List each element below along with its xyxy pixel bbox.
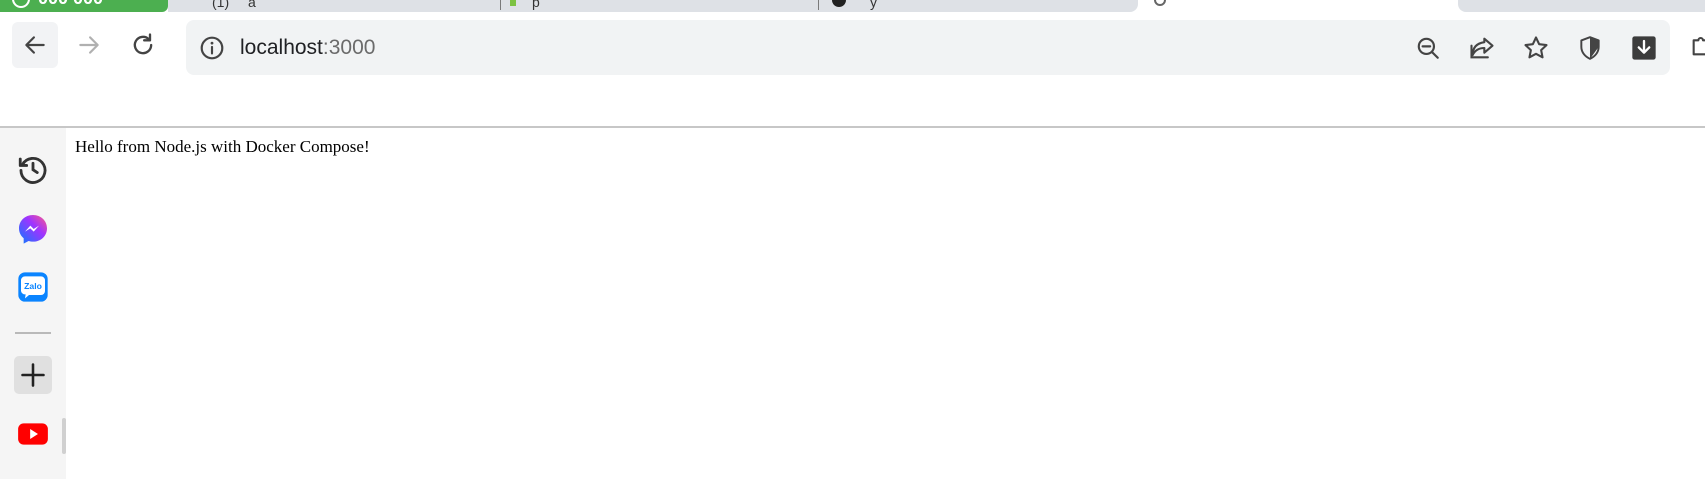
forward-button[interactable]: [66, 22, 112, 68]
sidebar: Zalo: [0, 128, 66, 479]
reload-button[interactable]: [120, 22, 166, 68]
url-text[interactable]: localhost:3000: [240, 34, 375, 61]
tab-favicon-icon: [510, 0, 516, 6]
page-content: Hello from Node.js with Docker Compose!: [66, 128, 1705, 479]
zalo-icon-label: Zalo: [24, 281, 42, 291]
shield-icon[interactable]: [1572, 30, 1608, 66]
zalo-icon[interactable]: Zalo: [14, 268, 52, 306]
inactive-tab[interactable]: [1458, 0, 1705, 12]
star-icon[interactable]: [1518, 30, 1554, 66]
bookmark-bar: [0, 80, 1705, 126]
site-info-icon[interactable]: [198, 34, 226, 62]
youtube-icon[interactable]: [14, 415, 52, 453]
inactive-tabs[interactable]: [168, 0, 1138, 12]
download-icon[interactable]: [1626, 30, 1662, 66]
sidebar-divider: [15, 332, 51, 334]
zoom-out-icon[interactable]: [1410, 30, 1446, 66]
active-tab-title: 000 000: [38, 0, 103, 8]
share-icon[interactable]: [1464, 30, 1500, 66]
tab-title-fragment: (1): [212, 0, 230, 10]
extensions-icon[interactable]: [1688, 30, 1705, 60]
history-icon[interactable]: [14, 150, 52, 188]
arrow-left-icon: [25, 36, 45, 54]
tab-separator: [818, 0, 819, 10]
tab-title-fragment: y: [870, 0, 877, 10]
arrow-right-icon: [79, 36, 99, 54]
tab-favicon-icon: [12, 0, 30, 8]
browser-toolbar: localhost:3000: [0, 12, 1705, 80]
page-body-text: Hello from Node.js with Docker Compose!: [75, 137, 370, 156]
tab-loading-icon: [1154, 0, 1166, 6]
back-button[interactable]: [12, 22, 58, 68]
messenger-icon[interactable]: [14, 210, 52, 248]
plus-icon: [21, 363, 45, 387]
reload-icon: [133, 33, 153, 55]
tab-separator: [500, 0, 501, 10]
active-tab[interactable]: 000 000: [0, 0, 168, 12]
add-sidebar-item-button[interactable]: [14, 356, 52, 394]
tab-title-fragment: p: [532, 0, 540, 10]
tab-strip: 000 000 (1) a p y: [0, 0, 1705, 12]
url-port: :3000: [322, 36, 376, 59]
address-bar[interactable]: localhost:3000: [186, 20, 1670, 75]
url-host: localhost: [240, 36, 323, 59]
tab-title-fragment: a: [248, 0, 256, 10]
